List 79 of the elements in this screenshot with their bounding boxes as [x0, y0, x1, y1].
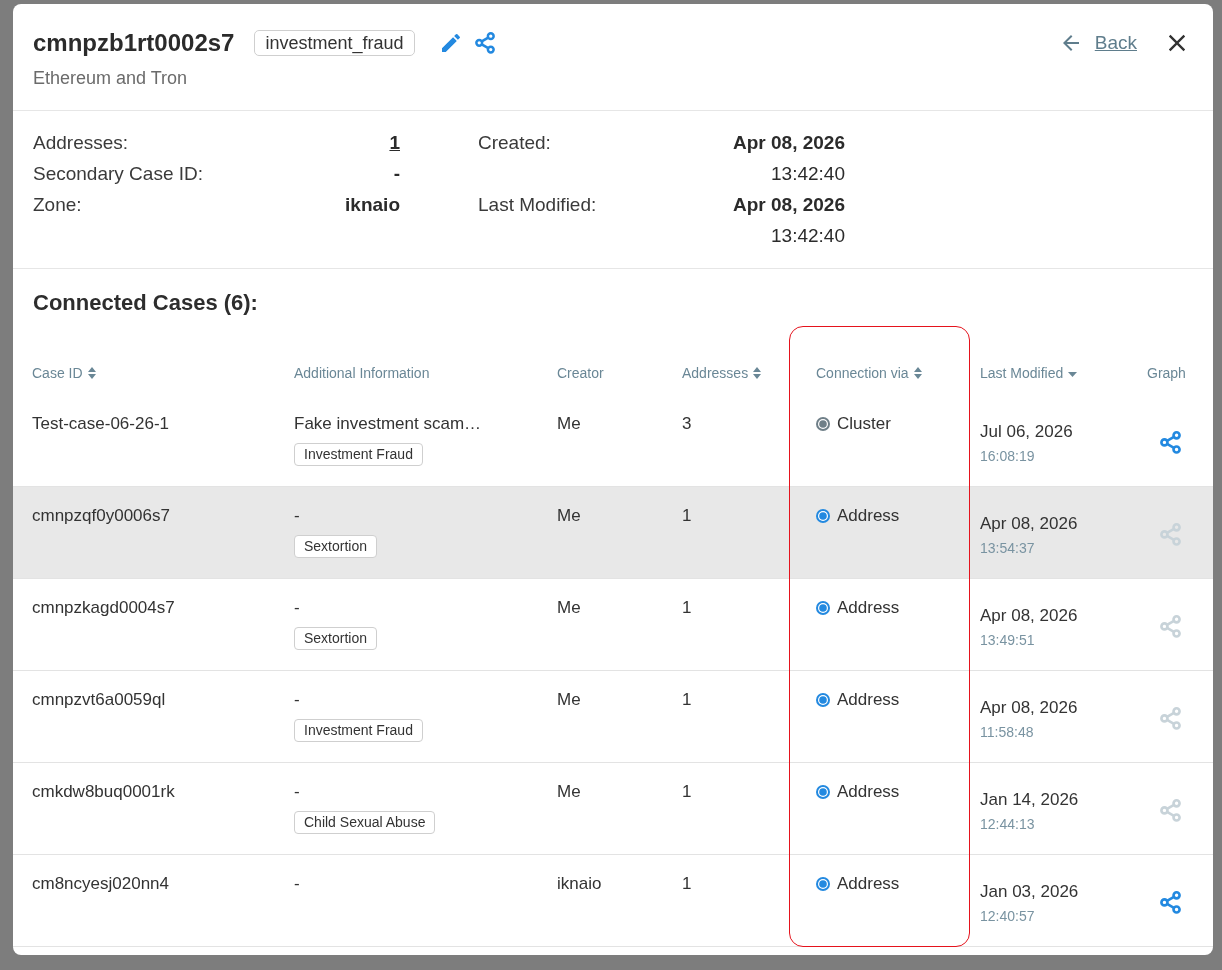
info-text: - [294, 597, 300, 619]
date-text: Jan 03, 2026 [980, 880, 1079, 903]
detail-value: - [393, 162, 400, 185]
table-cell: Test-case-06-26-1 [32, 413, 169, 435]
table-cell: cmnpzqf0y0006s7 [32, 505, 170, 527]
column-header[interactable]: Last Modified [980, 365, 1078, 381]
case-tag: Investment Fraud [294, 443, 423, 466]
table-cell: Me [557, 505, 581, 527]
info-text: - [294, 689, 300, 711]
table-cell: 1 [682, 873, 692, 895]
table-cell: cmkdw8buq0001rk [32, 781, 175, 803]
column-header[interactable]: Connection via [816, 365, 922, 381]
column-header[interactable]: Case ID [32, 365, 96, 381]
table-cell: 3 [682, 413, 692, 435]
date-text: Apr 08, 2026 [980, 604, 1078, 627]
time-text: 11:58:48 [980, 722, 1034, 741]
share-icon[interactable] [1159, 431, 1181, 454]
share-icon[interactable] [474, 32, 495, 54]
table-cell: 1 [682, 689, 692, 711]
table-cell: iknaio [557, 873, 602, 895]
detail-label: Last Modified: [478, 193, 598, 216]
case-tag: investment_fraud [254, 30, 415, 56]
time-text: 13:54:37 [980, 538, 1035, 557]
connection-label: Address [837, 597, 900, 619]
addresses-link[interactable]: 1 [389, 131, 400, 154]
date-text: Apr 08, 2026 [980, 512, 1078, 535]
table-cell: Me [557, 413, 581, 435]
table-row[interactable]: cmnpzqf0y0006s7 - Sextortion Me 1 Address Apr 08, 2026 13:54:37 [13, 487, 1213, 579]
case-tag: Child Sexual Abuse [294, 811, 436, 834]
sort-icon [87, 367, 96, 379]
table-cell: cmnpzvt6a0059ql [32, 689, 166, 711]
case-tag: Investment Fraud [294, 719, 423, 742]
time-text: 16:08:19 [980, 446, 1035, 465]
time-value: 13:42:40 [771, 162, 845, 185]
table-cell: Me [557, 781, 581, 803]
detail-value: iknaio [345, 193, 400, 216]
section-title: Connected Cases (6): [32, 289, 259, 317]
connection-label: Address [837, 689, 900, 711]
table-cell: Me [557, 689, 581, 711]
table-cell: 1 [682, 505, 692, 527]
table-cell: 1 [682, 781, 692, 803]
time-text: 12:44:13 [980, 814, 1035, 833]
table-cell: 1 [682, 597, 692, 619]
connection-label: Cluster [837, 413, 891, 435]
sort-icon [753, 367, 762, 379]
sort-icon [913, 367, 922, 379]
back-link[interactable]: Back [1058, 31, 1137, 55]
column-header: Graph [1147, 365, 1186, 381]
date-value: Apr 08, 2026 [733, 193, 845, 216]
share-icon[interactable] [1159, 891, 1181, 914]
time-value: 13:42:40 [771, 224, 845, 247]
connection-label: Address [837, 505, 900, 527]
sort-down-icon [1068, 372, 1078, 377]
date-text: Jul 06, 2026 [980, 420, 1073, 443]
column-header: Additional Information [294, 365, 430, 381]
connection-label: Address [837, 873, 900, 895]
time-text: 12:40:57 [980, 906, 1035, 925]
info-text: Fake investment scam… [294, 413, 482, 435]
info-text: - [294, 505, 300, 527]
case-title: cmnpzb1rt0002s7 [33, 28, 235, 58]
detail-label: Addresses: [33, 131, 130, 154]
table-cell: cmnpzkagd0004s7 [32, 597, 175, 619]
info-text: - [294, 781, 300, 803]
connection-label: Address [837, 781, 900, 803]
detail-label: Zone: [33, 193, 83, 216]
case-subtitle: Ethereum and Tron [33, 67, 189, 90]
info-text: - [294, 873, 300, 895]
time-text: 13:49:51 [980, 630, 1035, 649]
date-text: Apr 08, 2026 [980, 696, 1078, 719]
table-cell: cm8ncyesj020nn4 [32, 873, 170, 895]
case-tag: Sextortion [294, 627, 378, 650]
column-header: Creator [557, 365, 604, 381]
detail-label: Secondary Case ID: [33, 162, 205, 185]
detail-label: Created: [478, 131, 552, 154]
table-cell: Me [557, 597, 581, 619]
column-header[interactable]: Addresses [682, 365, 762, 381]
date-value: Apr 08, 2026 [733, 131, 845, 154]
date-text: Jan 14, 2026 [980, 788, 1079, 811]
case-tag: Sextortion [294, 535, 378, 558]
